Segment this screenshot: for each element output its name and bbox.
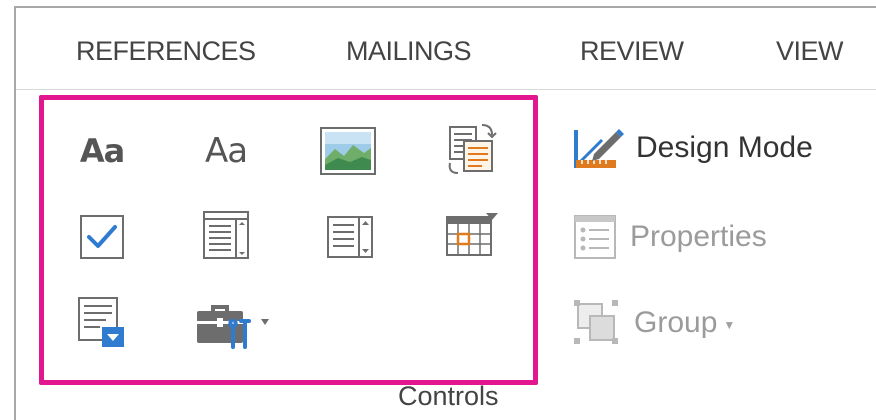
repeating-section-content-control-button[interactable] [73,294,131,352]
plain-text-aa-icon: Aa [204,131,248,171]
checkbox-icon [80,215,124,259]
drop-down-list-icon [327,216,373,258]
window-top-border [14,6,876,8]
repeating-section-icon [78,297,124,347]
picture-icon [320,127,376,175]
properties-icon [574,215,616,259]
group-icon [574,300,618,344]
ribbon-tabs-divider [16,89,876,90]
date-picker-content-control-button[interactable] [443,206,501,264]
tab-mailings[interactable]: MAILINGS [346,36,472,67]
picture-content-control-button[interactable] [319,122,377,180]
toolbox-icon [197,305,269,349]
rich-text-aa-icon: Aa [79,132,125,170]
tab-view[interactable]: VIEW [776,36,844,67]
date-picker-icon [446,213,498,256]
drop-down-list-content-control-button[interactable] [321,208,379,266]
design-mode-icon [574,129,624,168]
design-mode-label: Design Mode [636,131,813,164]
design-mode-button[interactable]: Design Mode [572,124,813,172]
group-button[interactable]: Group ▼ [572,298,735,348]
tab-references[interactable]: REFERENCES [76,36,256,67]
plain-text-content-control-button[interactable]: Aa [197,122,255,180]
properties-label: Properties [630,220,767,253]
check-box-content-control-button[interactable] [73,208,131,266]
combo-box-content-control-button[interactable] [197,206,255,264]
window-left-border [14,6,16,420]
properties-button[interactable]: Properties [572,213,767,261]
rich-text-content-control-button[interactable]: Aa [73,122,131,180]
group-dropdown-caret-icon: ▼ [723,318,736,332]
group-label: Group [634,306,718,339]
tab-review[interactable]: REVIEW [580,36,684,67]
legacy-tools-button[interactable] [193,294,277,352]
controls-group-label: Controls [398,381,499,411]
building-block-gallery-content-control-button[interactable] [443,120,501,178]
building-block-icon [448,124,497,174]
combo-box-icon [203,211,249,259]
